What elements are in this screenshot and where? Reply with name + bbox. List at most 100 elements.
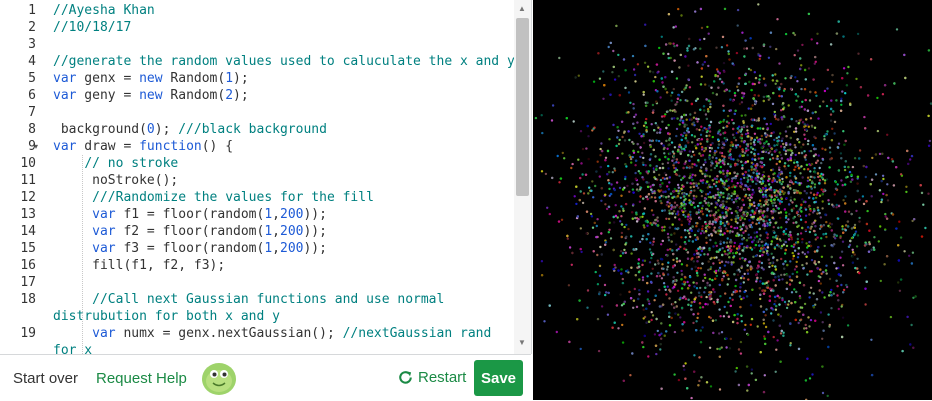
- code-token: 1: [225, 71, 233, 86]
- code-area[interactable]: //Ayesha Khan //10/18/17 //generate the ra…: [46, 0, 514, 354]
- line-number: 2: [0, 19, 36, 36]
- scrollbar-thumb[interactable]: [516, 18, 529, 196]
- code-line[interactable]: var numx = genx.nextGaussian(); //nextGa…: [53, 325, 491, 342]
- code-token: var: [92, 207, 115, 222]
- code-line[interactable]: var f1 = floor(random(1,200));: [53, 206, 327, 223]
- code-token: Random(: [163, 71, 226, 86]
- scroll-down-arrow-icon[interactable]: ▼: [518, 338, 526, 347]
- code-line[interactable]: noStroke();: [53, 172, 178, 189]
- code-token: //10/18/17: [53, 20, 131, 35]
- code-line[interactable]: var geny = new Random(2);: [53, 87, 249, 104]
- request-help-link[interactable]: Request Help: [96, 370, 187, 387]
- code-token: var: [53, 71, 76, 86]
- green-blob-avatar-icon[interactable]: [200, 359, 238, 397]
- code-token: ));: [303, 241, 326, 256]
- code-token: var: [53, 139, 76, 154]
- code-line[interactable]: distrubution for both x and y: [53, 308, 280, 325]
- code-line[interactable]: ///Randomize the values for the fill: [53, 189, 374, 206]
- code-line[interactable]: var genx = new Random(1);: [53, 70, 249, 87]
- line-number: 1: [0, 2, 36, 19]
- line-number: 12: [0, 189, 36, 206]
- fold-arrow-icon[interactable]: ▾: [34, 142, 38, 151]
- editor-scrollbar[interactable]: ▲ ▼: [514, 0, 531, 354]
- code-token: f1 = floor(random(: [116, 207, 265, 222]
- code-token: ));: [303, 207, 326, 222]
- code-line[interactable]: //generate the random values used to cal…: [53, 53, 514, 70]
- line-number: 7: [0, 104, 36, 121]
- output-canvas[interactable]: [533, 0, 932, 400]
- code-token: 0: [147, 122, 155, 137]
- code-token: distrubution for both x and y: [53, 309, 280, 324]
- code-token: 2: [225, 88, 233, 103]
- line-number: 3: [0, 36, 36, 53]
- code-line[interactable]: var f3 = floor(random(1,200));: [53, 240, 327, 257]
- code-token: //nextGaussian rand: [343, 326, 492, 341]
- code-token: f3 = floor(random(: [116, 241, 265, 256]
- line-number: 4: [0, 53, 36, 70]
- code-token: ,: [272, 207, 280, 222]
- line-number: 10: [0, 155, 36, 172]
- restart-button[interactable]: Restart: [398, 369, 466, 386]
- code-token: () {: [202, 139, 233, 154]
- code-token: f2 = floor(random(: [116, 224, 265, 239]
- code-token: 1: [264, 224, 272, 239]
- scroll-up-arrow-icon[interactable]: ▲: [518, 4, 526, 13]
- code-line[interactable]: //Ayesha Khan: [53, 2, 155, 19]
- line-number: 5: [0, 70, 36, 87]
- code-token: var: [92, 224, 115, 239]
- gaussian-dots: [533, 0, 932, 400]
- save-button[interactable]: Save: [474, 360, 523, 396]
- code-editor[interactable]: 123456789▾10111213141516171819 //Ayesha …: [0, 0, 532, 354]
- code-line[interactable]: var draw = function() {: [53, 138, 233, 155]
- code-token: ));: [303, 224, 326, 239]
- editor-footer: Start over Request Help Restart Save: [0, 354, 531, 401]
- line-number: 15: [0, 240, 36, 257]
- code-line[interactable]: background(0); ///black background: [53, 121, 327, 138]
- code-line[interactable]: //Call next Gaussian functions and use n…: [53, 291, 444, 308]
- code-token: ///Randomize the values for the fill: [92, 190, 374, 205]
- code-token: // no stroke: [84, 156, 178, 171]
- code-token: [53, 224, 92, 239]
- code-line[interactable]: var f2 = floor(random(1,200));: [53, 223, 327, 240]
- line-number: 18: [0, 291, 36, 308]
- code-token: //Ayesha Khan: [53, 3, 155, 18]
- code-token: [53, 156, 84, 171]
- code-token: 200: [280, 224, 303, 239]
- code-token: var: [53, 88, 76, 103]
- code-token: );: [233, 71, 249, 86]
- indent-guide: [82, 155, 83, 354]
- code-line[interactable]: // no stroke: [53, 155, 178, 172]
- code-token: //Call next Gaussian functions and use n…: [92, 292, 444, 307]
- line-number: 9: [0, 138, 36, 155]
- code-token: [53, 326, 92, 341]
- code-token: [53, 241, 92, 256]
- code-token: genx =: [76, 71, 139, 86]
- restart-icon: [398, 370, 413, 385]
- code-token: 200: [280, 241, 303, 256]
- start-over-link[interactable]: Start over: [13, 370, 78, 387]
- code-line[interactable]: //10/18/17: [53, 19, 131, 36]
- code-line[interactable]: fill(f1, f2, f3);: [53, 257, 225, 274]
- code-token: 1: [264, 207, 272, 222]
- code-token: geny =: [76, 88, 139, 103]
- line-number: 11: [0, 172, 36, 189]
- code-token: background(: [53, 122, 147, 137]
- code-token: ///black background: [178, 122, 327, 137]
- code-token: //generate the random values used to cal…: [53, 54, 514, 69]
- code-token: );: [233, 88, 249, 103]
- code-token: fill(f1, f2, f3);: [53, 258, 225, 273]
- line-number: 19: [0, 325, 36, 342]
- code-token: );: [155, 122, 178, 137]
- code-token: [53, 292, 92, 307]
- code-token: numx = genx.nextGaussian();: [116, 326, 343, 341]
- code-token: ,: [272, 241, 280, 256]
- code-token: noStroke();: [53, 173, 178, 188]
- code-token: ,: [272, 224, 280, 239]
- code-line[interactable]: for x: [53, 342, 92, 354]
- line-number: 8: [0, 121, 36, 138]
- code-token: var: [92, 241, 115, 256]
- code-token: for x: [53, 343, 92, 354]
- line-number: 6: [0, 87, 36, 104]
- code-token: function: [139, 139, 202, 154]
- line-number: 14: [0, 223, 36, 240]
